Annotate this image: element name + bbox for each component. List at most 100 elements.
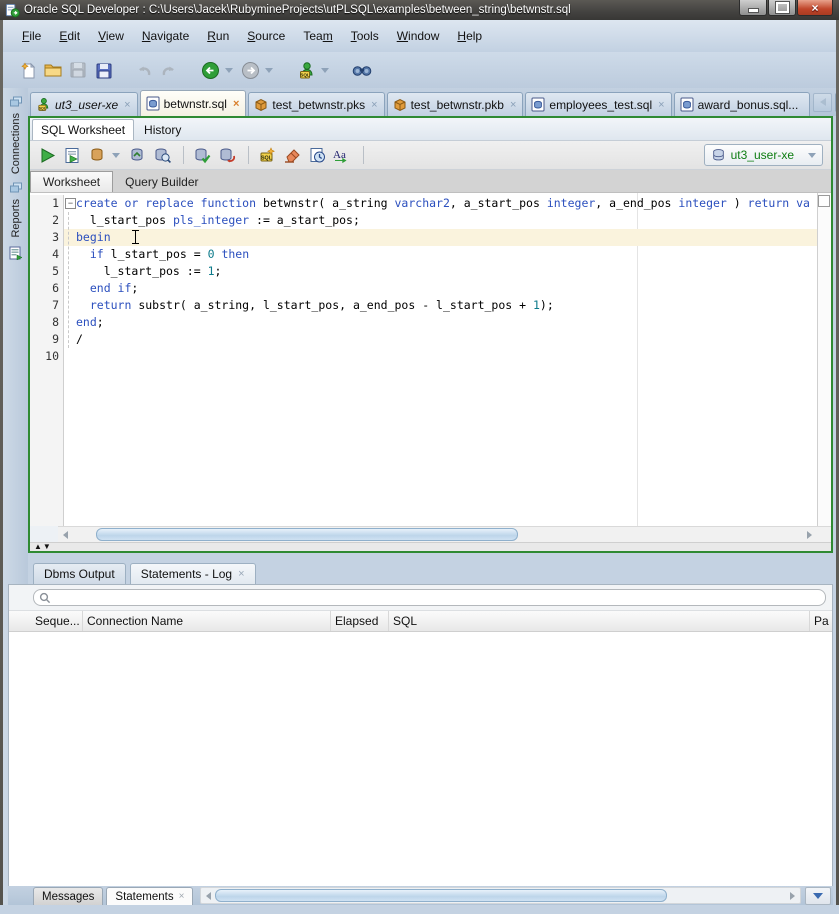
code-line[interactable]: end if; xyxy=(64,280,818,297)
editor-splitter[interactable]: ▲▼ xyxy=(30,542,831,551)
minimize-button[interactable] xyxy=(739,0,767,16)
navigate-forward-icon[interactable] xyxy=(239,59,261,81)
connect-sql-icon[interactable]: SQL xyxy=(295,59,317,81)
sql-tuning-advisor-icon[interactable] xyxy=(151,144,173,166)
menu-tools[interactable]: Tools xyxy=(342,26,388,46)
scroll-left-icon[interactable] xyxy=(58,528,73,541)
menu-help[interactable]: Help xyxy=(448,26,491,46)
code-line[interactable] xyxy=(64,348,818,365)
connection-selector[interactable]: ut3_user-xe xyxy=(704,144,823,166)
menu-file[interactable]: File xyxy=(13,26,50,46)
navigate-back-dropdown-icon[interactable] xyxy=(225,68,233,73)
code-line[interactable]: / xyxy=(64,331,818,348)
maximize-button[interactable] xyxy=(768,0,796,16)
scroll-left-icon[interactable] xyxy=(201,889,216,902)
connect-sql-dropdown-icon[interactable] xyxy=(321,68,329,73)
error-indicator-box[interactable] xyxy=(818,195,830,207)
tab-close-icon[interactable]: × xyxy=(658,99,664,111)
column-pa[interactable]: Pa xyxy=(810,611,832,631)
clear-icon[interactable] xyxy=(281,144,303,166)
open-folder-icon[interactable] xyxy=(42,59,64,81)
menu-run[interactable]: Run xyxy=(198,26,238,46)
menu-view[interactable]: View xyxy=(89,26,133,46)
code-line[interactable]: −create or replace function betwnstr( a_… xyxy=(64,195,818,212)
editor-horizontal-scrollbar[interactable] xyxy=(58,526,831,542)
code-line[interactable]: end; xyxy=(64,314,818,331)
tab-test-betwnstr-pks[interactable]: test_betwnstr.pks × xyxy=(248,92,384,116)
code-editor[interactable]: 12345678910 −create or replace function … xyxy=(30,193,831,526)
rollback-icon[interactable] xyxy=(216,144,238,166)
footer-tab-list-dropdown[interactable] xyxy=(805,887,831,905)
worksheet-header-tabs: SQL Worksheet History xyxy=(30,118,831,141)
column-sql[interactable]: SQL xyxy=(389,611,810,631)
tab-close-icon[interactable]: × xyxy=(371,99,377,111)
tab-label: Messages xyxy=(42,891,94,903)
change-case-icon[interactable]: Aa xyxy=(331,144,353,166)
scrollbar-thumb[interactable] xyxy=(215,889,667,902)
database-icon xyxy=(711,148,726,162)
save-all-icon[interactable] xyxy=(92,59,114,81)
code-line[interactable]: l_start_pos pls_integer := a_start_pos; xyxy=(64,212,818,229)
tab-close-icon[interactable]: × xyxy=(233,98,239,110)
menu-window[interactable]: Window xyxy=(388,26,449,46)
tab-ut3-user-xe[interactable]: SQL ut3_user-xe × xyxy=(30,92,138,116)
explain-plan-icon[interactable] xyxy=(126,144,148,166)
tab-statements[interactable]: Statements × xyxy=(106,887,193,905)
sidebar-item-connections[interactable]: Connections xyxy=(10,113,22,174)
tab-query-builder[interactable]: Query Builder xyxy=(113,172,210,192)
find-icon[interactable] xyxy=(351,59,373,81)
splitter-collapse-icons[interactable]: ▲▼ xyxy=(34,543,52,551)
tab-close-icon[interactable]: × xyxy=(124,99,130,111)
scroll-right-icon[interactable] xyxy=(802,528,817,541)
sql-history-icon[interactable] xyxy=(306,144,328,166)
tab-sql-worksheet[interactable]: SQL Worksheet xyxy=(32,119,134,140)
log-table-body[interactable] xyxy=(9,632,832,886)
tab-worksheet[interactable]: Worksheet xyxy=(30,171,113,192)
tab-award-bonus-sql[interactable]: award_bonus.sql... xyxy=(674,92,811,116)
fold-collapse-icon[interactable]: − xyxy=(65,198,76,209)
code-line[interactable]: begin xyxy=(64,229,818,246)
scrollbar-thumb[interactable] xyxy=(96,528,518,541)
tab-test-betwnstr-pkb[interactable]: test_betwnstr.pkb × xyxy=(387,92,524,116)
search-input[interactable] xyxy=(33,589,826,606)
code-line[interactable]: return substr( a_string, l_start_pos, a_… xyxy=(64,297,818,314)
tab-statements-log[interactable]: Statements - Log × xyxy=(130,563,256,584)
text-cursor xyxy=(131,230,140,244)
tab-employees-test-sql[interactable]: employees_test.sql × xyxy=(525,92,671,116)
run-statement-icon[interactable] xyxy=(36,144,58,166)
tab-label: Statements - Log xyxy=(141,567,232,581)
svg-text:SQL: SQL xyxy=(261,155,273,161)
footer-horizontal-scrollbar[interactable] xyxy=(200,887,801,904)
autotrace-icon[interactable] xyxy=(86,144,108,166)
tab-close-icon[interactable]: × xyxy=(238,568,244,580)
column-elapsed[interactable]: Elapsed xyxy=(331,611,389,631)
tab-messages[interactable]: Messages xyxy=(33,887,103,905)
commit-icon[interactable] xyxy=(191,144,213,166)
run-script-icon[interactable] xyxy=(61,144,83,166)
navigate-back-icon[interactable] xyxy=(199,59,221,81)
connection-dropdown-icon[interactable] xyxy=(808,153,816,158)
autotrace-dropdown-icon[interactable] xyxy=(112,153,120,158)
tab-close-icon[interactable]: × xyxy=(179,891,185,902)
tab-history[interactable]: History xyxy=(136,120,189,140)
menu-source[interactable]: Source xyxy=(238,26,294,46)
code-line[interactable]: if l_start_pos = 0 then xyxy=(64,246,818,263)
column-sequence[interactable]: Seque... xyxy=(31,611,83,631)
sidebar-item-reports[interactable]: Reports xyxy=(10,199,22,238)
tab-close-icon[interactable]: × xyxy=(510,99,516,111)
menu-team[interactable]: Team xyxy=(294,26,341,46)
tab-betwnstr-sql[interactable]: betwnstr.sql × xyxy=(140,90,247,116)
log-search-row xyxy=(9,585,832,611)
column-connection-name[interactable]: Connection Name xyxy=(83,611,331,631)
navigate-forward-dropdown-icon[interactable] xyxy=(265,68,273,73)
new-file-icon[interactable] xyxy=(17,59,39,81)
menu-navigate[interactable]: Navigate xyxy=(133,26,198,46)
menu-edit[interactable]: Edit xyxy=(50,26,89,46)
close-button[interactable]: × xyxy=(797,0,833,16)
title-bar[interactable]: Oracle SQL Developer : C:\Users\Jacek\Ru… xyxy=(0,0,839,20)
unshared-worksheet-icon[interactable]: SQL xyxy=(256,144,278,166)
tab-dbms-output[interactable]: Dbms Output xyxy=(33,563,126,584)
code-line[interactable]: l_start_pos := 1; xyxy=(64,263,818,280)
log-panel: Dbms Output Statements - Log × Seque... … xyxy=(8,563,833,905)
scroll-right-icon[interactable] xyxy=(785,889,800,902)
